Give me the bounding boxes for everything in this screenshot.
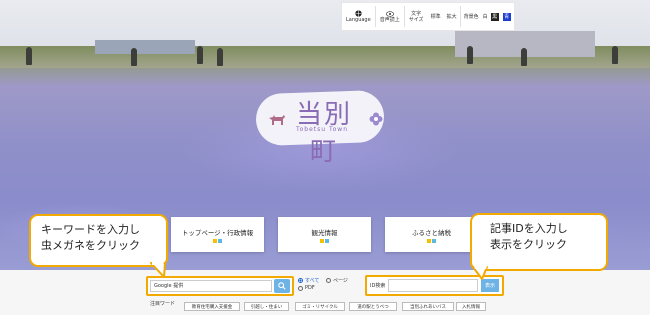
- radio-selected[interactable]: [298, 278, 303, 283]
- hero-person: [217, 48, 223, 66]
- scope-pdf-label: PDF: [305, 285, 315, 291]
- scope-page-option[interactable]: ページ: [326, 277, 348, 284]
- nav-card-label: 観光情報: [311, 229, 338, 237]
- bg-white-option[interactable]: 白: [482, 3, 489, 30]
- language-button[interactable]: Language: [342, 3, 375, 30]
- hero-person: [131, 48, 137, 66]
- logo-subtitle: Tobetsu Town: [295, 126, 349, 133]
- font-size-large[interactable]: 拡大: [444, 3, 460, 30]
- hero-building: [95, 40, 195, 54]
- scope-page-label: ページ: [333, 278, 348, 284]
- utility-bar: Language 音声読上 文字 サイズ 標準 拡大 背景色 白 黒 青: [341, 2, 515, 31]
- id-search-input[interactable]: [388, 279, 478, 292]
- radio-unselected[interactable]: [326, 278, 331, 283]
- callout-line: キーワードを入力し: [41, 223, 140, 236]
- callout-line: 虫メガネをクリック: [41, 239, 140, 252]
- bg-color-label: 背景色: [463, 14, 479, 20]
- callout-tail: [472, 266, 488, 280]
- callout-keyword-hint: キーワードを入力し 虫メガネをクリック: [29, 214, 168, 267]
- hero-person: [521, 48, 527, 66]
- horse-icon: [269, 115, 285, 125]
- hero-person: [26, 47, 32, 65]
- callout-line: 記事IDを入力し: [490, 222, 568, 235]
- tag-link[interactable]: 道の駅とうべつ: [349, 302, 397, 311]
- hero-person: [467, 46, 473, 64]
- tag-link[interactable]: 入札情報: [456, 302, 486, 311]
- tag-link[interactable]: 当別ふれあいバス: [402, 302, 454, 311]
- tag-link[interactable]: ゴミ・リサイクル: [295, 302, 345, 311]
- radio-unselected[interactable]: [298, 285, 303, 291]
- language-label: Language: [346, 17, 371, 23]
- search-icon: [278, 282, 286, 290]
- callout-tail: [150, 262, 166, 278]
- tag-link[interactable]: 引越し・住まい: [244, 302, 289, 311]
- nav-card-top-page[interactable]: トップページ・行政情報: [171, 217, 264, 252]
- globe-icon: [355, 10, 362, 17]
- keyword-search-input[interactable]: Google 提供: [150, 280, 272, 292]
- callout-id-hint: 記事IDを入力し 表示をクリック: [470, 213, 608, 271]
- font-size-standard[interactable]: 標準: [428, 3, 444, 30]
- id-search-label: ID検索: [370, 283, 386, 289]
- nav-card-label: ふるさと納税: [412, 229, 451, 237]
- scope-pdf-option[interactable]: PDF: [298, 285, 315, 291]
- voice-button[interactable]: 音声読上: [376, 3, 404, 30]
- font-size-label: 文字 サイズ: [408, 10, 424, 23]
- scope-all-label: すべて: [305, 278, 320, 284]
- bg-blue-option[interactable]: 青: [502, 12, 511, 21]
- nav-card-furusato[interactable]: ふるさと納税: [385, 217, 478, 252]
- search-button[interactable]: [274, 279, 290, 293]
- nav-card-label: トップページ・行政情報: [181, 229, 254, 237]
- voice-label: 音声読上: [379, 16, 400, 23]
- scope-all-option[interactable]: すべて: [298, 277, 319, 284]
- bg-black-option[interactable]: 黒: [490, 12, 499, 21]
- hero-person: [612, 46, 618, 64]
- id-search-button[interactable]: 表示: [481, 279, 499, 292]
- callout-line: 表示をクリック: [490, 238, 567, 251]
- search-placeholder: Google 提供: [154, 283, 184, 289]
- hero-person: [197, 46, 203, 64]
- flower-icon: [369, 112, 383, 126]
- tag-link[interactable]: 教育住宅購入支援金: [184, 302, 240, 311]
- featured-words-label: 注目ワード: [150, 301, 176, 307]
- nav-card-tourism[interactable]: 観光情報: [278, 217, 371, 252]
- keyword-search: Google 提供: [146, 276, 294, 296]
